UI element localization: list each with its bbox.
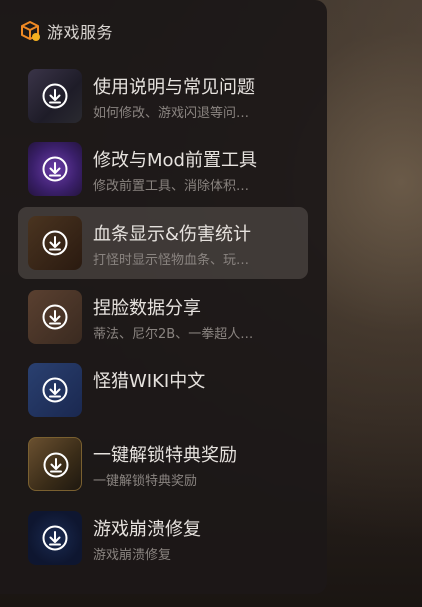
panel-header: 游戏服务 <box>19 18 113 44</box>
download-icon <box>42 83 68 109</box>
game-box-icon <box>21 21 40 41</box>
item-thumbnail <box>28 511 82 565</box>
item-thumbnail <box>28 69 82 123</box>
item-description: 如何修改、游戏闪退等问… <box>93 106 250 121</box>
item-title: 使用说明与常见问题 <box>93 77 255 98</box>
list-item-unlock-rewards[interactable]: 一键解锁特典奖励 一键解锁特典奖励 <box>18 428 308 500</box>
item-description: 修改前置工具、消除体积… <box>93 179 250 194</box>
panel-title: 游戏服务 <box>47 23 114 42</box>
download-icon <box>42 377 68 403</box>
item-description: 蒂法、尼尔2B、一拳超人… <box>93 327 254 342</box>
item-title: 一键解锁特典奖励 <box>93 445 237 466</box>
item-thumbnail <box>28 142 82 196</box>
item-thumbnail <box>28 290 82 344</box>
item-thumbnail <box>28 216 82 270</box>
list-item-mod-tools[interactable]: 修改与Mod前置工具 修改前置工具、消除体积… <box>18 133 308 205</box>
item-title: 捏脸数据分享 <box>93 298 201 319</box>
download-icon <box>42 156 68 182</box>
list-item-wiki[interactable]: 怪猎WIKI中文 <box>18 354 308 426</box>
list-item-crash-fix[interactable]: 游戏崩溃修复 游戏崩溃修复 <box>18 502 308 574</box>
item-thumbnail <box>28 363 82 417</box>
download-icon <box>42 304 68 330</box>
item-title: 怪猎WIKI中文 <box>93 371 206 392</box>
list-item-health-bar[interactable]: 血条显示&伤害统计 打怪时显示怪物血条、玩… <box>18 207 308 279</box>
item-title: 修改与Mod前置工具 <box>93 150 257 171</box>
item-description: 游戏崩溃修复 <box>93 548 172 563</box>
item-thumbnail <box>28 437 82 491</box>
item-title: 血条显示&伤害统计 <box>93 224 252 245</box>
download-icon <box>43 452 69 478</box>
item-title: 游戏崩溃修复 <box>93 519 201 540</box>
download-icon <box>42 525 68 551</box>
item-description: 打怪时显示怪物血条、玩… <box>93 253 250 268</box>
list-item-usage-faq[interactable]: 使用说明与常见问题 如何修改、游戏闪退等问… <box>18 60 308 132</box>
download-icon <box>42 230 68 256</box>
game-services-panel: 游戏服务 使用说明与常见问题 如何修改、游戏闪退等问… 修改与Mod前置工具 修… <box>0 0 327 594</box>
item-description: 一键解锁特典奖励 <box>93 474 198 489</box>
list-item-face-data[interactable]: 捏脸数据分享 蒂法、尼尔2B、一拳超人… <box>18 281 308 353</box>
